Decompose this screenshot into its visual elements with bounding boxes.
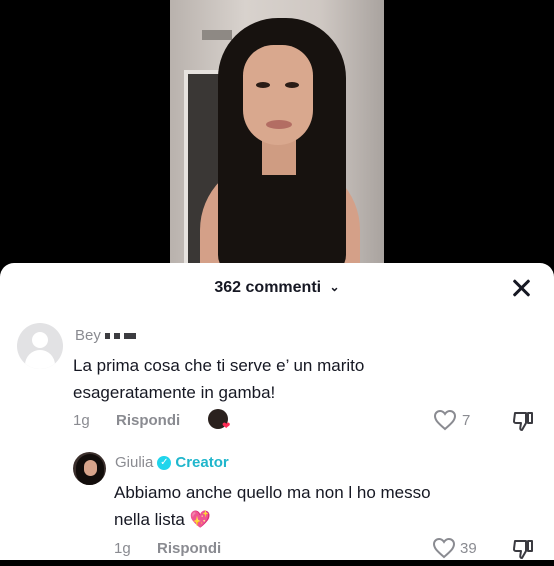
verified-badge-icon: ✓ xyxy=(157,456,172,471)
like-button[interactable] xyxy=(433,409,457,436)
reply-username[interactable]: Giulia ✓ Creator xyxy=(115,454,229,471)
comment-text-line: esageratamente in gamba! xyxy=(73,383,276,402)
video-person-lips xyxy=(266,120,292,129)
thumbs-down-icon xyxy=(512,540,533,559)
like-count: 7 xyxy=(462,412,471,429)
reply-time: 1g xyxy=(114,540,131,557)
creator-avatar[interactable] xyxy=(73,452,106,485)
comment-time: 1g xyxy=(73,412,90,429)
comment-username[interactable]: Bey xyxy=(75,327,136,344)
comment-count-toggle[interactable]: 362 commenti ⌄ xyxy=(0,279,554,297)
avatar-shoulders-icon xyxy=(25,350,55,369)
comment-text: La prima cosa che ti serve e’ un marito … xyxy=(73,352,364,406)
heart-badge-icon: ❤ xyxy=(222,421,231,432)
comments-sheet: 362 commenti ⌄ Bey La prima cosa che ti … xyxy=(0,263,554,560)
reply-text: Abbiamo anche quello ma non l ho messo n… xyxy=(114,479,431,533)
comments-header: 362 commenti ⌄ xyxy=(0,263,554,313)
username-text: Giulia xyxy=(115,454,154,471)
comment-text-line: La prima cosa che ti serve e’ un marito xyxy=(73,356,365,375)
dislike-button[interactable] xyxy=(511,537,535,566)
creator-avatar-face xyxy=(84,460,97,476)
comment-count-label: 362 commenti xyxy=(214,279,322,296)
heart-outline-icon xyxy=(433,409,457,431)
close-icon[interactable] xyxy=(510,277,532,299)
comment-item: Bey La prima cosa che ti serve e’ un mar… xyxy=(0,313,554,443)
redacted-mark xyxy=(123,333,136,340)
chevron-down-icon: ⌄ xyxy=(329,280,340,294)
redacted-mark xyxy=(104,333,110,340)
dislike-button[interactable] xyxy=(511,409,535,438)
username-text: Bey xyxy=(75,327,101,344)
reply-text-line: Abbiamo anche quello ma non l ho messo xyxy=(114,483,431,502)
heart-outline-icon xyxy=(432,537,456,559)
avatar-head-icon xyxy=(32,332,48,348)
creator-label: Creator xyxy=(175,454,229,471)
video-person-eye xyxy=(256,82,270,88)
video-person-face xyxy=(243,45,313,145)
like-count: 39 xyxy=(460,540,477,557)
reply-button[interactable]: Rispondi xyxy=(116,412,180,429)
reply-button[interactable]: Rispondi xyxy=(157,540,221,557)
video-frame[interactable] xyxy=(170,0,384,275)
redacted-mark xyxy=(113,333,120,340)
avatar[interactable] xyxy=(17,323,63,369)
thumbs-down-icon xyxy=(512,412,533,431)
sparkling-heart-icon: 💖 xyxy=(189,510,211,529)
video-vent xyxy=(202,30,232,40)
reply-text-line: nella lista xyxy=(114,510,185,529)
reply-item: Giulia ✓ Creator Abbiamo anche quello ma n… xyxy=(0,443,554,560)
video-person-eye xyxy=(285,82,299,88)
